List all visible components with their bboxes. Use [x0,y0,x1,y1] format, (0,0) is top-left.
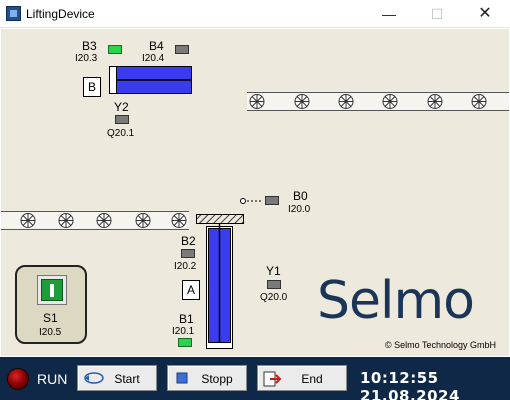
sensor-b3-address: I20.3 [75,53,98,64]
window-title: LiftingDevice [26,7,95,21]
process-canvas: B B3 I20.3 B4 I20.4 Y2 Q20.1 B0 I20.0 A … [1,29,509,356]
switch-s1-label: S1 [43,311,58,325]
sensor-b2-indicator [181,249,195,258]
cylinder-b-label: B [83,77,101,97]
sensor-b1-address: I20.1 [172,326,195,337]
stop-button[interactable]: Stopp [167,365,247,391]
copyright-text: © Selmo Technology GmbH [385,340,497,350]
sensor-b0-label: B0 [293,189,308,203]
valve-y1-label: Y1 [266,264,281,278]
stop-button-label: Stopp [201,372,233,386]
clock-time: 10:12:55 [360,369,439,387]
b0-sensor-beam [240,198,263,204]
cylinder-b [109,66,192,94]
sensor-b0-indicator [265,196,279,205]
valve-y1-address: Q20.0 [260,292,288,303]
switch-s1-address: I20.5 [39,327,62,338]
sensor-b4-address: I20.4 [142,53,165,64]
close-button[interactable]: ✕ [462,0,508,28]
minimize-button[interactable]: — [366,0,412,28]
sensor-b1-label: B1 [179,312,194,326]
sensor-b1-indicator [178,338,192,347]
sensor-b3-indicator [108,45,122,54]
end-button-label: End [301,372,323,386]
run-status-label: RUN [37,371,68,387]
upper-conveyor [247,92,509,111]
sensor-b2-address: I20.2 [174,261,197,272]
lower-conveyor-rollers [20,213,187,228]
sensor-b3-label: B3 [82,39,97,53]
clock-display: 10:12:55 21.08.2024 [360,369,510,400]
valve-y2-label: Y2 [114,100,129,114]
sensor-b4-label: B4 [149,39,164,53]
power-switch-icon [41,279,63,301]
start-button-label: Start [114,372,140,386]
lower-conveyor [1,211,189,230]
valve-y2-address: Q20.1 [107,128,135,139]
switch-s1-button[interactable] [37,275,67,305]
sensor-b4-indicator [175,45,189,54]
clock-date: 21.08.2024 [360,387,460,400]
upper-conveyor-rollers [249,94,487,109]
cylinder-a [196,214,244,349]
switch-s1-panel: S1 I20.5 [15,265,87,344]
maximize-button[interactable]: ☐ [414,0,460,28]
app-icon [6,6,21,21]
title-bar: LiftingDevice — ☐ ✕ [0,0,510,28]
sensor-b2-label: B2 [181,234,196,248]
valve-y1-indicator [267,280,281,289]
end-button[interactable]: End [257,365,347,391]
sensor-b0-address: I20.0 [288,204,311,215]
valve-y2-indicator [115,115,129,124]
brand-logo: Selmo [317,271,475,331]
cylinder-a-label: A [182,280,200,300]
run-lamp-icon [7,368,29,390]
status-bar: RUN Start Stopp End 10:12:55 21.08.2024 [0,357,510,400]
start-button[interactable]: Start [77,365,157,391]
